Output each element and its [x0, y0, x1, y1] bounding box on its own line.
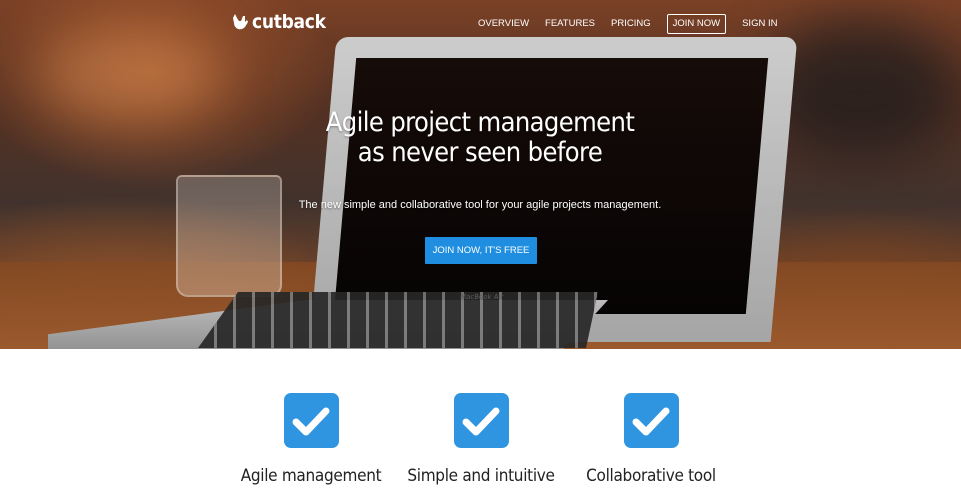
top-navigation: cutback OVERVIEW FEATURES PRICING JOIN N…: [0, 0, 961, 48]
nav-link-sign-in[interactable]: SIGN IN: [742, 15, 777, 33]
checkmark-icon: [623, 393, 679, 448]
feature-simple-intuitive: Simple and intuitive: [391, 393, 571, 486]
brand-name: cutback: [252, 11, 326, 33]
feature-agile-management: Agile management: [221, 393, 401, 486]
checkmark-icon: [453, 393, 509, 448]
nav-join-now-button[interactable]: JOIN NOW: [666, 14, 727, 34]
hero-section: MacBook Air cutback OVERVIEW FEATURES PR…: [0, 0, 961, 349]
feature-title: Collaborative tool: [586, 466, 716, 486]
feature-collaborative-tool: Collaborative tool: [561, 393, 741, 486]
hero-overlay: [0, 0, 961, 349]
feature-title: Agile management: [240, 466, 382, 486]
hand-rock-icon: [233, 14, 248, 30]
features-section: Agile management Simple and intuitive Co…: [0, 349, 961, 490]
join-now-free-button[interactable]: JOIN NOW, IT'S FREE: [425, 237, 537, 264]
feature-title: Simple and intuitive: [407, 466, 555, 486]
nav-link-features[interactable]: FEATURES: [545, 15, 595, 33]
hero-subtitle: The new simple and collaborative tool fo…: [298, 199, 662, 211]
nav-link-overview[interactable]: OVERVIEW: [478, 15, 529, 33]
nav-link-pricing[interactable]: PRICING: [611, 15, 651, 33]
hero-title: Agile project management as never seen b…: [280, 108, 680, 168]
brand-logo[interactable]: cutback: [230, 11, 326, 33]
hero-title-line-1: Agile project management: [325, 107, 635, 138]
checkmark-icon: [283, 393, 339, 448]
nav-links: OVERVIEW FEATURES PRICING JOIN NOW SIGN …: [478, 14, 793, 34]
hero-title-line-2: as never seen before: [357, 137, 603, 168]
